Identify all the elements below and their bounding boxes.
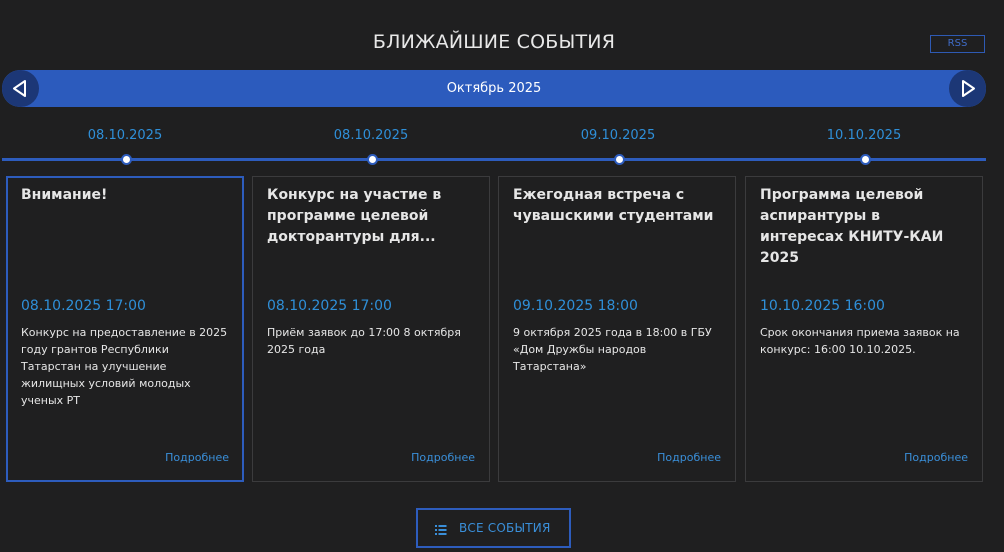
event-card[interactable]: Конкурс на участие в программе целевой д…: [252, 176, 490, 482]
event-title[interactable]: Ежегодная встреча с чувашскими студентам…: [513, 185, 721, 227]
event-description: Срок окончания приема заявок на конкурс:…: [760, 326, 960, 356]
event-description: Приём заявок до 17:00 8 октября 2025 год…: [267, 326, 461, 356]
timeline-date: 10.10.2025: [826, 128, 902, 143]
event-datetime: 10.10.2025 16:00: [760, 298, 885, 314]
timeline-dot[interactable]: [860, 154, 871, 165]
timeline-dot[interactable]: [614, 154, 625, 165]
event-more-link[interactable]: Подробнее: [165, 451, 229, 464]
rss-button[interactable]: RSS: [930, 35, 985, 53]
event-datetime: 09.10.2025 18:00: [513, 298, 638, 314]
timeline-dot[interactable]: [121, 154, 132, 165]
event-more-link[interactable]: Подробнее: [904, 451, 968, 464]
list-icon: [435, 525, 447, 535]
timeline-dot[interactable]: [367, 154, 378, 165]
timeline-date: 08.10.2025: [333, 128, 409, 143]
next-month-button[interactable]: [949, 70, 986, 107]
event-title[interactable]: Программа целевой аспирантуры в интереса…: [760, 185, 968, 269]
timeline-date: 08.10.2025: [87, 128, 163, 143]
event-card[interactable]: Программа целевой аспирантуры в интереса…: [745, 176, 983, 482]
event-card[interactable]: Внимание! 08.10.2025 17:00 Конкурс на пр…: [6, 176, 244, 482]
event-description: Конкурс на предоставление в 2025 году гр…: [21, 326, 228, 407]
current-month-label: Октябрь 2025: [446, 81, 542, 96]
all-events-button[interactable]: ВСЕ СОБЫТИЯ: [416, 508, 571, 548]
triangle-right-icon: [962, 80, 975, 97]
timeline-date: 09.10.2025: [580, 128, 656, 143]
all-events-label: ВСЕ СОБЫТИЯ: [459, 521, 551, 535]
section-title: БЛИЖАЙШИЕ СОБЫТИЯ: [372, 31, 616, 53]
event-description: 9 октября 2025 года в 18:00 в ГБУ «Дом Д…: [513, 326, 712, 373]
month-navigation-bar: Октябрь 2025: [2, 70, 986, 107]
event-title[interactable]: Внимание!: [21, 185, 228, 206]
event-datetime: 08.10.2025 17:00: [21, 298, 146, 314]
event-more-link[interactable]: Подробнее: [411, 451, 475, 464]
event-more-link[interactable]: Подробнее: [657, 451, 721, 464]
event-title[interactable]: Конкурс на участие в программе целевой д…: [267, 185, 475, 248]
timeline-line: [2, 158, 986, 161]
event-datetime: 08.10.2025 17:00: [267, 298, 392, 314]
event-card[interactable]: Ежегодная встреча с чувашскими студентам…: [498, 176, 736, 482]
